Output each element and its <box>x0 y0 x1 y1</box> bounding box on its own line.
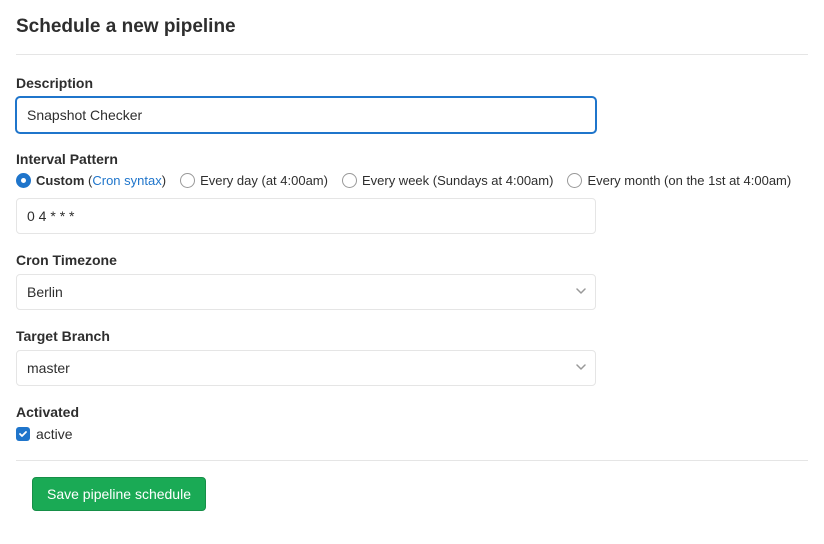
interval-option-custom[interactable]: Custom (Cron syntax) <box>16 173 166 188</box>
radio-icon <box>567 173 582 188</box>
check-icon <box>18 429 28 439</box>
interval-option-week[interactable]: Every week (Sundays at 4:00am) <box>342 173 553 188</box>
footer: Save pipeline schedule <box>16 460 808 511</box>
radio-icon <box>342 173 357 188</box>
save-button[interactable]: Save pipeline schedule <box>32 477 206 511</box>
interval-option-month[interactable]: Every month (on the 1st at 4:00am) <box>567 173 791 188</box>
interval-option-day[interactable]: Every day (at 4:00am) <box>180 173 328 188</box>
radio-icon <box>16 173 31 188</box>
activated-group: Activated active <box>16 404 808 442</box>
description-label: Description <box>16 75 808 91</box>
cron-input[interactable] <box>16 198 596 234</box>
radio-icon <box>180 173 195 188</box>
branch-label: Target Branch <box>16 328 808 344</box>
interval-custom-label: Custom <box>36 173 84 188</box>
timezone-group: Cron Timezone Berlin <box>16 252 808 310</box>
active-checkbox[interactable] <box>16 427 30 441</box>
active-checkbox-label: active <box>36 426 73 442</box>
description-input[interactable] <box>16 97 596 133</box>
cron-syntax-link[interactable]: Cron syntax <box>92 173 161 188</box>
timezone-select[interactable]: Berlin <box>16 274 596 310</box>
page-title: Schedule a new pipeline <box>16 16 808 38</box>
timezone-label: Cron Timezone <box>16 252 808 268</box>
description-group: Description <box>16 75 808 133</box>
interval-radio-row: Custom (Cron syntax) Every day (at 4:00a… <box>16 173 808 188</box>
branch-select[interactable]: master <box>16 350 596 386</box>
timezone-value: Berlin <box>27 284 63 300</box>
activated-label: Activated <box>16 404 808 420</box>
divider <box>16 54 808 55</box>
branch-group: Target Branch master <box>16 328 808 386</box>
interval-group: Interval Pattern Custom (Cron syntax) Ev… <box>16 151 808 234</box>
branch-value: master <box>27 360 70 376</box>
interval-month-label: Every month (on the 1st at 4:00am) <box>587 173 791 188</box>
interval-week-label: Every week (Sundays at 4:00am) <box>362 173 553 188</box>
interval-day-label: Every day (at 4:00am) <box>200 173 328 188</box>
interval-label: Interval Pattern <box>16 151 808 167</box>
